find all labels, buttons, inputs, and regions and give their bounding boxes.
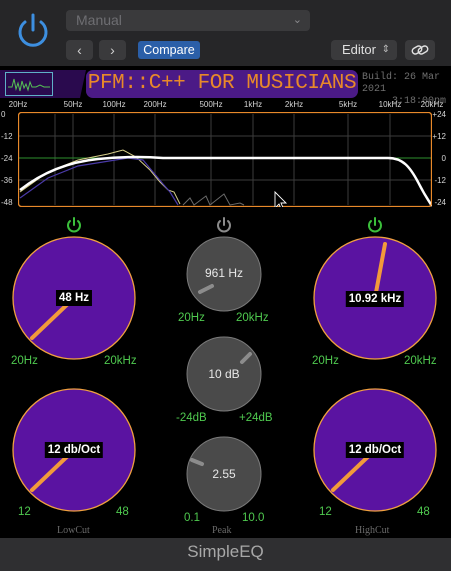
response-curve-graph [18, 112, 432, 207]
plugin-title: PFM::C++ FOR MUSICIANS [87, 72, 357, 95]
freq-label-20khz: 20kHz [420, 100, 444, 109]
peak-q-min: 0.1 [184, 512, 200, 524]
preset-select[interactable]: Manual ⌄ [66, 10, 310, 31]
highcut-slope-max: 48 [417, 506, 430, 518]
peak-gain-value: 10 dB [208, 367, 240, 381]
compare-button[interactable]: Compare [138, 41, 200, 59]
preset-value: Manual [76, 12, 122, 28]
highcut-slope-min: 12 [319, 506, 332, 518]
lowcut-section-label: LowCut [57, 525, 90, 536]
link-button[interactable] [405, 40, 435, 60]
next-preset-button[interactable]: › [99, 40, 126, 60]
highcut-freq-min: 20Hz [312, 355, 339, 367]
freq-label-2khz: 2kHz [284, 100, 304, 109]
power-icon[interactable] [14, 12, 52, 50]
highcut-freq-max: 20kHz [404, 355, 437, 367]
previous-preset-button[interactable]: ‹ [66, 40, 93, 60]
db-right-0: 0 [441, 154, 446, 163]
link-icon [411, 45, 429, 55]
db-left-12: -12 [1, 132, 13, 141]
highcut-slope-value: 12 db/Oct [345, 442, 405, 458]
chevron-updown-icon: ⇕ [381, 44, 390, 55]
lowcut-freq-value: 48 Hz [55, 290, 93, 306]
db-right-12: +12 [432, 132, 446, 141]
db-right-24: +24 [432, 110, 446, 119]
lowcut-bypass-icon[interactable] [65, 216, 83, 234]
freq-label-20hz: 20Hz [8, 100, 28, 109]
editor-label: Editor [342, 42, 376, 57]
lowcut-slope-min: 12 [18, 506, 31, 518]
db-right-minus24: -24 [434, 198, 446, 207]
highcut-section-label: HighCut [355, 525, 390, 536]
waveform-icon [5, 72, 53, 96]
peak-q-value: 2.55 [212, 467, 236, 481]
peak-freq-value: 961 Hz [204, 266, 244, 280]
freq-label-50hz: 50Hz [63, 100, 83, 109]
db-left-0: 0 [1, 110, 6, 119]
peak-gain-min: -24dB [176, 412, 207, 424]
highcut-bypass-icon[interactable] [366, 216, 384, 234]
footer-title: SimpleEQ [187, 542, 264, 561]
editor-select[interactable]: Editor ⇕ [331, 40, 397, 60]
peak-freq-max: 20kHz [236, 312, 269, 324]
lowcut-freq-max: 20kHz [104, 355, 137, 367]
build-date: Build: 26 Mar 2021 [362, 72, 441, 95]
freq-label-500hz: 500Hz [199, 100, 223, 109]
db-right-minus12: -12 [434, 176, 446, 185]
lowcut-slope-max: 48 [116, 506, 129, 518]
peak-freq-min: 20Hz [178, 312, 205, 324]
db-left-48: -48 [1, 198, 13, 207]
freq-label-10khz: 10kHz [378, 100, 402, 109]
db-left-36: -36 [1, 176, 13, 185]
peak-gain-max: +24dB [239, 412, 273, 424]
db-left-24: -24 [1, 154, 13, 163]
lowcut-slope-value: 12 db/Oct [44, 442, 104, 458]
freq-label-5khz: 5kHz [338, 100, 358, 109]
highcut-freq-value: 10.92 kHz [345, 291, 405, 307]
lowcut-freq-min: 20Hz [11, 355, 38, 367]
peak-bypass-icon[interactable] [215, 216, 233, 234]
freq-label-1khz: 1kHz [243, 100, 263, 109]
peak-q-max: 10.0 [242, 512, 265, 524]
freq-label-100hz: 100Hz [102, 100, 126, 109]
peak-section-label: Peak [212, 525, 232, 536]
freq-label-200hz: 200Hz [143, 100, 167, 109]
chevron-down-icon: ⌄ [292, 14, 302, 26]
